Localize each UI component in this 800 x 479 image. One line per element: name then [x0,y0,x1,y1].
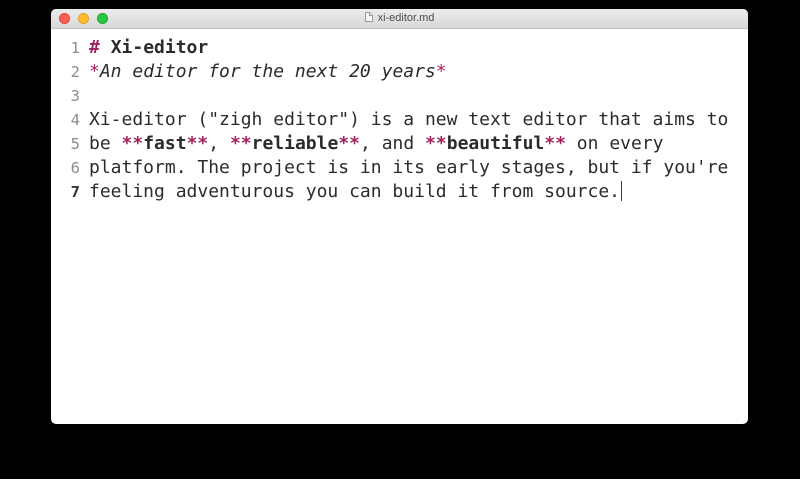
text-segment: reliable [251,133,339,154]
editor-line[interactable]: 6 platform. The project is in its early s… [51,156,748,180]
text-editor-area[interactable]: 1 # Xi-editor 2 *An editor for the next 20 … [51,29,748,204]
line-number: 3 [70,87,80,105]
text-segment: ** [229,133,252,154]
text-segment: * [89,61,100,82]
window-title-text: xi-editor.md [377,12,435,24]
editor-line[interactable]: 7 feeling adventurous you can build it fr… [51,180,748,204]
text-segment: ** [121,133,144,154]
editor-window: xi-editor.md 1 # Xi-editor 2 *An editor for… [51,9,748,424]
line-number: 4 [70,111,80,129]
text-segment: on every [565,133,664,154]
editor-line[interactable]: 1 # Xi-editor [51,36,748,60]
text-segment: ** [338,133,361,154]
text-segment: ** [544,133,566,154]
line-number: 6 [70,159,80,177]
editor-line[interactable]: 5 be **fast**, **reliable**, and **beauti… [51,132,748,156]
text-segment: # [89,37,111,58]
text-cursor [621,181,623,201]
line-number: 1 [70,39,80,57]
line-text: Xi-editor ("zigh editor") is a new text … [89,108,728,132]
text-segment: ** [425,133,447,154]
text-segment: ** [186,133,209,154]
text-segment: Xi-editor ("zigh editor") is a new text … [89,109,729,130]
editor-line[interactable]: 2 *An editor for the next 20 years* [51,60,748,84]
editor-line[interactable]: 3 [51,84,748,108]
line-text: be **fast**, **reliable**, and **beautif… [89,132,664,156]
text-segment: * [435,61,447,82]
line-text: # Xi-editor [89,36,208,60]
text-segment: be [89,133,122,154]
text-segment: beautiful [446,133,545,154]
text-segment: An editor for the next 20 years [99,61,436,82]
text-segment: platform. The project is in its early st… [89,157,729,178]
text-segment: feeling adventurous you can build it fro… [89,181,621,202]
text-segment: Xi-editor [110,37,209,58]
line-number: 7 [70,183,80,201]
text-segment: , [208,133,230,154]
title-bar[interactable]: xi-editor.md [51,9,748,29]
text-segment: , and [360,133,426,154]
document-icon [364,12,373,22]
text-segment: fast [143,133,187,154]
line-number: 5 [70,135,80,153]
line-text: platform. The project is in its early st… [89,156,728,180]
line-text: *An editor for the next 20 years* [89,60,447,84]
editor-line[interactable]: 4 Xi-editor ("zigh editor") is a new text… [51,108,748,132]
window-title: xi-editor.md [51,9,748,28]
line-text: feeling adventurous you can build it fro… [89,180,623,204]
line-number: 2 [70,63,80,81]
